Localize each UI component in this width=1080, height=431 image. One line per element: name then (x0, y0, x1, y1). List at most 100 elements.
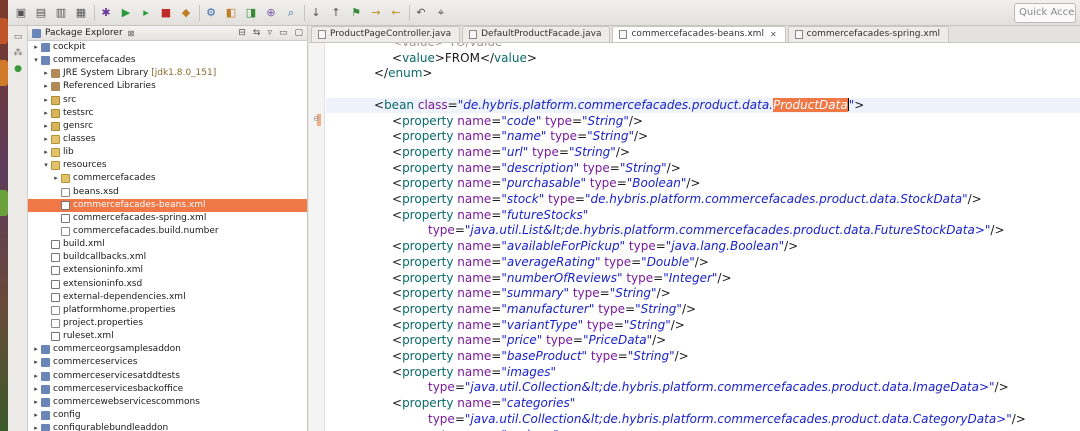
code-line: type="java.util.List&lt;de.hybris.platfo… (326, 223, 1005, 239)
toggle-mark-icon[interactable]: ⚑ (349, 6, 363, 20)
quick-access-input[interactable]: Quick Access (1014, 3, 1076, 23)
coverage-icon[interactable]: ◆ (179, 6, 193, 20)
tree-item-label: commerceservicesbackoffice (53, 383, 183, 396)
view-menu-icon[interactable]: ▿ (267, 27, 272, 40)
collapsed-arrow-icon[interactable]: ▸ (32, 41, 40, 54)
tree-item[interactable]: commercefacades-beans.xml (28, 198, 307, 212)
tree-item[interactable]: commercefacades.build.number (28, 225, 307, 238)
status-icon[interactable]: ● (13, 64, 23, 74)
close-tab-icon[interactable]: ✕ (770, 27, 777, 42)
tree-item[interactable]: ▸ commercefacades (28, 172, 307, 185)
maximize-icon[interactable]: ▢ (294, 27, 303, 40)
launcher-item[interactable] (0, 18, 8, 44)
save-all-icon[interactable]: ▥ (54, 6, 68, 20)
tree-item[interactable]: ▸ classes (28, 133, 307, 146)
tree-item[interactable]: ▸ commercewebservicescommons (28, 396, 307, 409)
run-ext-icon[interactable]: ▸ (139, 6, 153, 20)
collapsed-arrow-icon[interactable]: ▸ (42, 146, 50, 159)
tree-item[interactable]: project.properties (28, 317, 307, 330)
tree-item[interactable]: commercefacades-spring.xml (28, 212, 307, 225)
forward-icon[interactable]: → (369, 6, 383, 20)
collapsed-arrow-icon[interactable]: ▸ (42, 133, 50, 146)
pin-icon[interactable]: ⌖ (434, 6, 448, 20)
code-token: type (546, 129, 578, 144)
tree-item[interactable]: external-dependencies.xml (28, 291, 307, 304)
collapsed-arrow-icon[interactable]: ▸ (42, 80, 50, 93)
last-edit-icon[interactable]: ↶ (414, 6, 428, 20)
collapsed-arrow-icon[interactable]: ▸ (32, 422, 40, 431)
prev-annotation-icon[interactable]: ↑ (329, 6, 343, 20)
editor-tab[interactable]: ProductPageController.java (311, 26, 461, 42)
tree-item-text: external-dependencies.xml (63, 291, 186, 302)
new-java-icon[interactable]: ◧ (224, 6, 238, 20)
tree-item[interactable]: ▸ commerceservices (28, 356, 307, 369)
search-icon[interactable]: ⌕ (284, 6, 298, 20)
new-icon[interactable]: ▣ (14, 6, 28, 20)
editor-tab-label: commercefacades-spring.xml (806, 29, 940, 39)
code-token: = (558, 144, 569, 159)
expanded-arrow-icon[interactable]: ▾ (32, 54, 40, 67)
fold-toggle-icon[interactable]: ⊖ (313, 114, 320, 123)
new-class-icon[interactable]: ◨ (244, 6, 258, 20)
next-annotation-icon[interactable]: ↓ (309, 6, 323, 20)
tree-item[interactable]: ▸ configurablebundleaddon (28, 422, 307, 431)
run-icon[interactable]: ▶ (119, 6, 133, 20)
collapsed-arrow-icon[interactable]: ▸ (42, 67, 50, 80)
collapsed-arrow-icon[interactable]: ▸ (42, 107, 50, 120)
tree-item[interactable]: buildcallbacks.xml (28, 251, 307, 264)
tree-item-label: commercefacades-spring.xml (73, 212, 206, 225)
tree-item[interactable]: ▸ config (28, 409, 307, 422)
collapsed-arrow-icon[interactable]: ▸ (32, 343, 40, 356)
print-icon[interactable]: ▦ (74, 6, 88, 20)
open-type-icon[interactable]: ⊕ (264, 6, 278, 20)
tree-item[interactable]: platformhome.properties (28, 304, 307, 317)
tree-item[interactable]: ▸ JRE System Library [jdk1.8.0_151] (28, 67, 307, 80)
pkgfolder-icon (51, 95, 60, 105)
code-token: < (392, 286, 403, 301)
tree-item[interactable]: ▸ cockpit (28, 41, 307, 54)
tree-item[interactable]: ruleset.xml (28, 330, 307, 343)
launcher-item[interactable] (0, 60, 8, 86)
editor-tab[interactable]: DefaultProductFacade.java (462, 26, 611, 42)
collapsed-arrow-icon[interactable]: ▸ (32, 370, 40, 383)
tree-item[interactable]: ▸ lib (28, 146, 307, 159)
tree-item[interactable]: ▸ commerceservicesatddtests (28, 370, 307, 383)
tree-item[interactable]: ▸ commerceorgsamplesaddon (28, 343, 307, 356)
build-icon[interactable]: ⚙ (204, 6, 218, 20)
tree-item[interactable]: ▸ testsrc (28, 107, 307, 120)
tree-item[interactable]: extensioninfo.xml (28, 264, 307, 277)
collapsed-arrow-icon[interactable]: ▸ (52, 172, 60, 185)
tree-item[interactable]: extensioninfo.xsd (28, 278, 307, 291)
collapse-all-icon[interactable]: ⊟ (238, 27, 246, 40)
tree-item[interactable]: ▸ Referenced Libraries (28, 80, 307, 93)
collapsed-arrow-icon[interactable]: ▸ (32, 396, 40, 409)
restore-icon[interactable]: ▭ (13, 32, 23, 42)
launcher-item[interactable] (0, 190, 8, 216)
editor-tab[interactable]: commercefacades-beans.xml ✕ (612, 26, 786, 42)
hierarchy-icon[interactable]: ⁂ (13, 48, 23, 58)
collapsed-arrow-icon[interactable]: ▸ (32, 409, 40, 422)
save-icon[interactable]: ▤ (34, 6, 48, 20)
tree-item[interactable]: beans.xsd (28, 186, 307, 199)
collapsed-arrow-icon[interactable]: ▸ (32, 356, 40, 369)
minimize-icon[interactable]: ▭ (279, 27, 288, 40)
code-token: property (402, 333, 454, 348)
back-icon[interactable]: ← (389, 6, 403, 20)
close-icon[interactable]: ⊠ (128, 29, 135, 38)
stop-icon[interactable]: ■ (159, 6, 173, 20)
tree-item[interactable]: ▸ src (28, 94, 307, 107)
code-token: = (625, 301, 636, 316)
tree-item[interactable]: ▾ resources (28, 159, 307, 172)
tree-item[interactable]: build.xml (28, 238, 307, 251)
code-area[interactable]: <value> TO/value<value>FROM</value></enu… (326, 43, 1080, 431)
tree-item[interactable]: ▸ gensrc (28, 120, 307, 133)
tree-item[interactable]: ▾ commercefacades (28, 54, 307, 67)
link-editor-icon[interactable]: ⇆ (253, 27, 261, 40)
collapsed-arrow-icon[interactable]: ▸ (42, 94, 50, 107)
collapsed-arrow-icon[interactable]: ▸ (32, 383, 40, 396)
debug-icon[interactable]: ✱ (99, 6, 113, 20)
tree-item[interactable]: ▸ commerceservicesbackoffice (28, 383, 307, 396)
editor-tab[interactable]: commercefacades-spring.xml (787, 26, 949, 42)
collapsed-arrow-icon[interactable]: ▸ (42, 120, 50, 133)
expanded-arrow-icon[interactable]: ▾ (42, 159, 50, 172)
